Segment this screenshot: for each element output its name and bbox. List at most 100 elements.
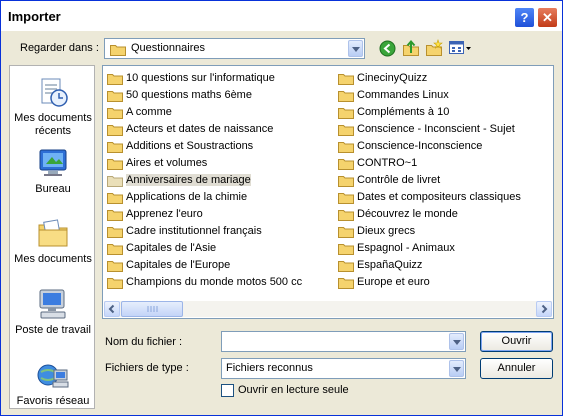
folder-icon xyxy=(338,159,354,170)
folder-icon xyxy=(338,261,354,272)
folder-icon xyxy=(338,227,354,238)
folder-item[interactable]: Capitales de l'Europe xyxy=(107,257,332,274)
place-label: Mes documents xyxy=(14,253,92,265)
chevron-down-icon[interactable] xyxy=(449,360,464,377)
window-title: Importer xyxy=(8,9,61,24)
folder-icon xyxy=(107,108,123,119)
folder-icon xyxy=(107,159,123,170)
scroll-thumb[interactable] xyxy=(121,301,183,317)
folder-item-selected[interactable]: Anniversaires de mariage xyxy=(107,172,332,189)
help-button[interactable]: ? xyxy=(514,7,535,28)
folder-item[interactable]: Espagnol - Animaux xyxy=(338,240,550,257)
place-recent-documents[interactable]: Mes documents récents xyxy=(10,75,96,138)
folder-item[interactable]: EspañaQuizz xyxy=(338,257,550,274)
folder-icon xyxy=(338,125,354,136)
folder-icon xyxy=(338,278,354,289)
folder-item[interactable]: Cadre institutionnel français xyxy=(107,223,332,240)
folder-icon xyxy=(338,244,354,255)
folder-item[interactable]: Aires et volumes xyxy=(107,155,332,172)
filename-input[interactable] xyxy=(221,331,466,352)
my-documents-icon xyxy=(38,219,68,247)
chevron-down-icon[interactable] xyxy=(449,333,464,350)
folder-icon xyxy=(338,142,354,153)
folder-item[interactable]: Applications de la chimie xyxy=(107,189,332,206)
folder-item[interactable]: Commandes Linux xyxy=(338,87,550,104)
look-in-value: Questionnaires xyxy=(131,42,205,54)
place-my-computer[interactable]: Poste de travail xyxy=(10,287,96,337)
folder-icon xyxy=(110,45,126,56)
folder-icon xyxy=(107,193,123,204)
folder-icon xyxy=(338,210,354,221)
folder-item[interactable]: Additions et Soustractions xyxy=(107,138,332,155)
folder-icon xyxy=(107,74,123,85)
folder-icon xyxy=(107,142,123,153)
up-folder-icon[interactable] xyxy=(402,39,420,57)
folder-item[interactable]: Contrôle de livret xyxy=(338,172,550,189)
desktop-icon xyxy=(39,149,67,176)
look-in-dropdown[interactable]: Questionnaires xyxy=(104,38,365,59)
folder-item[interactable]: Conscience-Inconscience xyxy=(338,138,550,155)
place-label: Bureau xyxy=(35,183,71,195)
folder-icon xyxy=(107,125,123,136)
folder-item[interactable]: Europe et euro xyxy=(338,274,550,291)
views-menu-icon[interactable] xyxy=(449,40,473,56)
grip-icon xyxy=(147,306,158,312)
scroll-left-button[interactable] xyxy=(104,301,120,317)
place-my-documents[interactable]: Mes documents xyxy=(10,216,96,266)
import-dialog: Importer ? ✕ Regarder dans : Questionnai… xyxy=(0,0,563,416)
filetype-label: Fichiers de type : xyxy=(105,362,189,374)
folder-item[interactable]: Compléments à 10 xyxy=(338,104,550,121)
network-places-icon xyxy=(37,364,69,388)
look-in-label: Regarder dans : xyxy=(20,42,99,54)
file-column-2: CinecinyQuizz Commandes Linux Complément… xyxy=(338,70,550,291)
folder-icon xyxy=(107,278,123,289)
folder-item[interactable]: Apprenez l'euro xyxy=(107,206,332,223)
folder-icon xyxy=(107,227,123,238)
folder-icon xyxy=(107,261,123,272)
folder-icon xyxy=(338,193,354,204)
place-network[interactable]: Favoris réseau xyxy=(10,358,96,408)
folder-icon xyxy=(107,176,123,187)
place-desktop[interactable]: Bureau xyxy=(10,146,96,196)
close-button[interactable]: ✕ xyxy=(537,7,558,28)
back-icon[interactable] xyxy=(379,40,396,57)
folder-icon xyxy=(338,176,354,187)
folder-icon xyxy=(107,244,123,255)
filename-label: Nom du fichier : xyxy=(105,336,183,348)
recent-documents-icon xyxy=(41,78,68,107)
folder-item[interactable]: CinecinyQuizz xyxy=(338,70,550,87)
cancel-button[interactable]: Annuler xyxy=(480,358,553,379)
folder-item[interactable]: Dates et compositeurs classiques xyxy=(338,189,550,206)
folder-item[interactable]: CONTRO~1 xyxy=(338,155,550,172)
scroll-right-button[interactable] xyxy=(536,301,552,317)
place-label: Poste de travail xyxy=(15,324,91,336)
file-list[interactable]: 10 questions sur l'informatique 50 quest… xyxy=(102,65,554,319)
folder-item[interactable]: 10 questions sur l'informatique xyxy=(107,70,332,87)
folder-icon xyxy=(338,108,354,119)
filetype-dropdown[interactable]: Fichiers reconnus xyxy=(221,358,466,379)
folder-item[interactable]: Découvrez le monde xyxy=(338,206,550,223)
folder-icon xyxy=(107,210,123,221)
place-label: Favoris réseau xyxy=(16,395,90,407)
chevron-down-icon[interactable] xyxy=(348,40,363,57)
folder-item[interactable]: Conscience - Inconscient - Sujet xyxy=(338,121,550,138)
folder-icon xyxy=(338,91,354,102)
folder-item[interactable]: A comme xyxy=(107,104,332,121)
new-folder-icon[interactable] xyxy=(425,39,443,57)
folder-item[interactable]: Acteurs et dates de naissance xyxy=(107,121,332,138)
folder-item[interactable]: Dieux grecs xyxy=(338,223,550,240)
title-bar[interactable]: Importer ? ✕ xyxy=(1,1,562,31)
folder-item[interactable]: 50 questions maths 6ème xyxy=(107,87,332,104)
my-computer-icon xyxy=(39,289,66,319)
place-label: Mes documents récents xyxy=(14,112,92,137)
filetype-value: Fichiers reconnus xyxy=(226,362,313,374)
chevron-left-icon xyxy=(108,304,115,314)
places-bar: Mes documents récents Bureau Mes documen… xyxy=(9,65,95,409)
folder-item[interactable]: Capitales de l'Asie xyxy=(107,240,332,257)
horizontal-scrollbar[interactable] xyxy=(104,301,552,317)
folder-item[interactable]: Champions du monde motos 500 cc xyxy=(107,274,332,291)
readonly-label[interactable]: Ouvrir en lecture seule xyxy=(238,384,349,396)
chevron-right-icon xyxy=(541,304,548,314)
open-button[interactable]: Ouvrir xyxy=(480,331,553,352)
readonly-checkbox[interactable] xyxy=(221,384,234,397)
